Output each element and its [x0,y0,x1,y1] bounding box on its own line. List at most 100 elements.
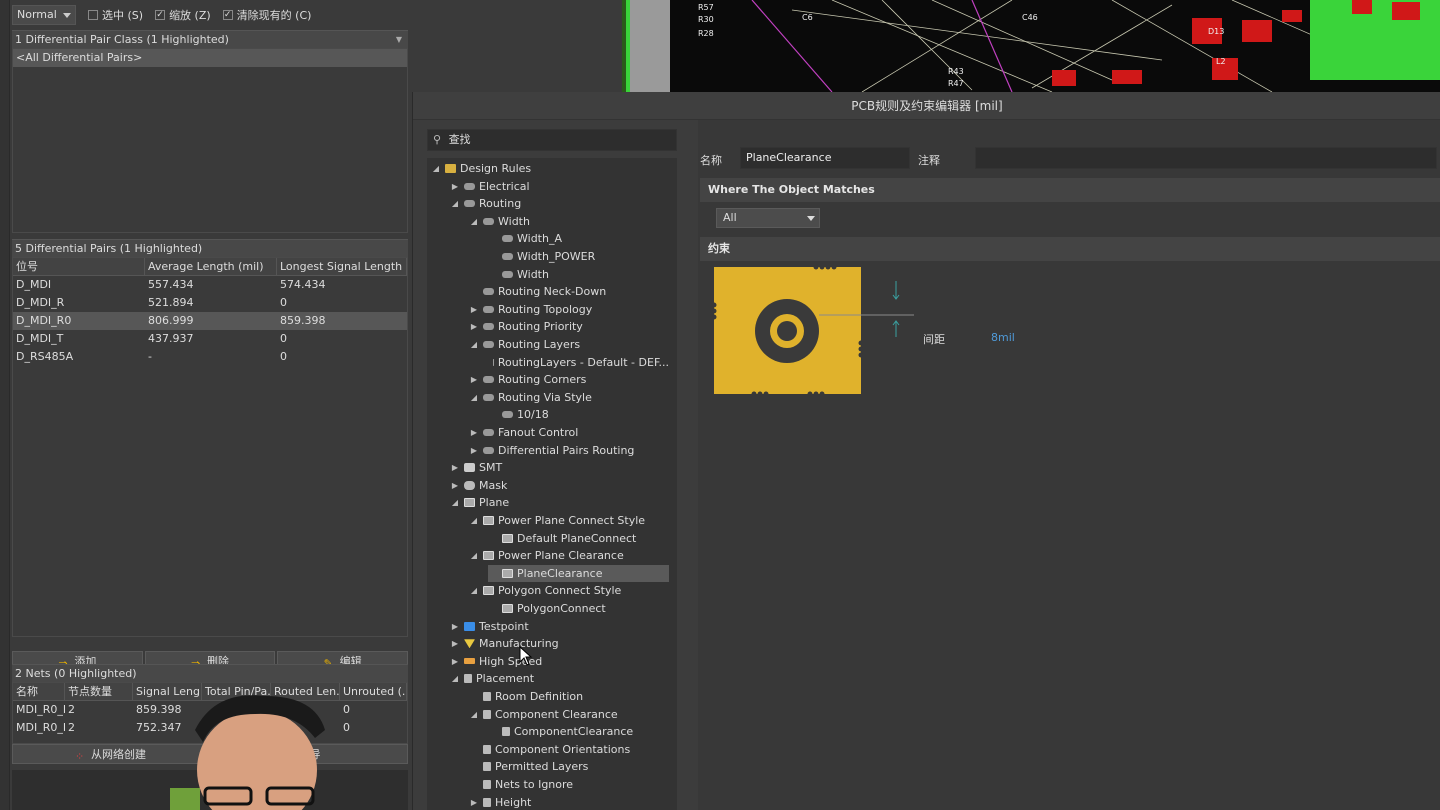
tree-item[interactable]: ▶ Electrical [450,178,669,195]
tree-item[interactable]: ▶ Routing Priority [469,318,669,335]
tree-item[interactable]: ▶ Fanout Control [469,424,669,441]
column-header[interactable]: Average Length (mil) [145,258,277,275]
table-cell: D_MDI_R0 [16,314,72,327]
tree-item[interactable]: ◢ Component Clearance [469,706,669,723]
diff-pair-class-title: 1 Differential Pair Class (1 Highlighted… [15,33,229,46]
chevron-down-icon[interactable]: ▼ [396,31,402,48]
tree-item-label: Default PlaneConnect [517,531,637,545]
tree-item-label: SMT [479,461,503,475]
expand-icon[interactable]: ▶ [469,424,479,441]
tree-item[interactable]: ComponentClearance [488,723,669,740]
tree-item[interactable]: ◢ Routing Layers [469,336,669,353]
collapse-icon[interactable]: ◢ [469,547,479,564]
tree-item[interactable]: ▶ Height [469,794,669,810]
create-from-nets-button[interactable]: ⁘ 从网络创建 [12,744,209,764]
tree-item-label: Permitted Layers [495,760,589,774]
select-checkbox-label: 选中 (S) [102,9,144,22]
tree-item[interactable]: ◢ Routing Via Style [469,389,669,406]
tree-item-label: Testpoint [479,619,529,633]
list-item[interactable]: <All Differential Pairs> [13,49,407,67]
tree-item[interactable]: ◢ Polygon Connect Style [469,582,669,599]
expand-icon[interactable]: ▶ [450,635,460,652]
tree-item[interactable]: ◢ Power Plane Clearance [469,547,669,564]
clearance-value[interactable]: 8mil [991,331,1015,344]
tree-item[interactable]: ◢ Width [469,213,669,230]
collapse-icon[interactable]: ◢ [469,389,479,406]
expand-icon[interactable]: ▶ [469,794,479,810]
pcb-canvas[interactable]: R57 R30 R28 R43 R47 L2 D13 C6 C46 [412,0,1440,92]
tree-item[interactable]: RoutingLayers - Default - DEF... [488,354,669,371]
rule-rule-icon [483,323,494,331]
expand-icon[interactable]: ▶ [469,301,479,318]
expand-icon[interactable]: ▶ [469,318,479,335]
tree-item[interactable]: PlaneClearance [488,564,669,582]
column-header[interactable]: Unrouted (... [340,683,407,700]
plane-rule-icon [502,568,513,578]
tree-item[interactable]: ▶ Routing Corners [469,371,669,388]
expand-icon[interactable]: ▶ [469,371,479,388]
mode-select[interactable]: Normal [12,5,76,25]
zoom-checkbox[interactable]: ✓ 缩放 (Z) [155,7,211,23]
rule-rule-icon [483,341,494,348]
tree-item[interactable]: Room Definition [469,688,669,705]
name-label: 名称 [700,154,722,167]
tree-item[interactable]: ◢ Plane [450,494,669,511]
rule-name-field[interactable]: PlaneClearance [740,147,910,169]
tree-item[interactable]: ◢ Design Rules [431,160,669,177]
table-cell: MDI_R0_P [16,721,65,734]
tree-item[interactable]: Routing Neck-Down [469,283,669,300]
tree-item[interactable]: ◢ Routing [450,195,669,212]
column-header[interactable]: 节点数量 [65,683,133,700]
column-header[interactable]: 名称 [13,683,65,700]
collapse-icon[interactable]: ◢ [431,160,441,177]
tree-item[interactable]: Nets to Ignore [469,776,669,793]
plane-rule-icon [483,551,494,561]
tree-item[interactable]: ▶ Manufacturing [450,635,669,652]
collapse-icon[interactable]: ◢ [450,494,460,511]
select-checkbox[interactable]: 选中 (S) [88,7,143,23]
search-input[interactable]: ⚲ 查找 [427,129,677,151]
tree-item[interactable]: ▶ Mask [450,477,669,494]
tree-item[interactable]: Width_A [488,230,669,247]
tree-item[interactable]: ◢ Power Plane Connect Style [469,512,669,529]
tree-item[interactable]: Width_POWER [488,248,669,265]
tree-item[interactable]: ▶ Differential Pairs Routing [469,442,669,459]
collapse-icon[interactable]: ◢ [469,706,479,723]
expand-icon[interactable]: ▶ [450,618,460,635]
collapse-icon[interactable]: ◢ [469,512,479,529]
table-row[interactable]: D_RS485A - 0 [13,348,407,366]
tree-item[interactable]: ▶ Routing Topology [469,301,669,318]
table-cell: 806.999 [148,314,194,327]
tree-item[interactable]: ▶ Testpoint [450,618,669,635]
tree-item[interactable]: Width [488,266,669,283]
expand-icon[interactable]: ▶ [469,442,479,459]
expand-icon[interactable]: ▶ [450,477,460,494]
tree-item[interactable]: Permitted Layers [469,758,669,775]
tree-item[interactable]: ▶ SMT [450,459,669,476]
table-row[interactable]: D_MDI_R0 806.999 859.398 [13,312,407,330]
tree-item[interactable]: Component Orientations [469,741,669,758]
match-scope-select[interactable]: All [716,208,820,228]
tree-item[interactable]: Default PlaneConnect [488,530,669,547]
expand-icon[interactable]: ▶ [450,653,460,670]
clear-existing-checkbox[interactable]: ✓ 清除现有的 (C) [222,7,311,23]
tree-item[interactable]: PolygonConnect [488,600,669,617]
expand-icon[interactable]: ▶ [450,178,460,195]
expand-icon[interactable]: ▶ [450,459,460,476]
collapse-icon[interactable]: ◢ [450,195,460,212]
comment-field[interactable] [975,147,1437,169]
board-edge [626,0,630,92]
collapse-icon[interactable]: ◢ [469,336,479,353]
collapse-icon[interactable]: ◢ [450,670,460,687]
tree-item[interactable]: ▶ High Speed [450,653,669,670]
table-cell: 574.434 [280,278,326,291]
tree-item[interactable]: 10/18 [488,406,669,423]
table-row[interactable]: D_MDI_R 521.894 0 [13,294,407,312]
collapse-icon[interactable]: ◢ [469,213,479,230]
column-header[interactable]: Longest Signal Length (... [277,258,407,275]
table-row[interactable]: D_MDI 557.434 574.434 [13,276,407,294]
table-row[interactable]: D_MDI_T 437.937 0 [13,330,407,348]
column-header[interactable]: 位号 [13,258,145,275]
collapse-icon[interactable]: ◢ [469,582,479,599]
tree-item[interactable]: ◢ Placement [450,670,669,687]
